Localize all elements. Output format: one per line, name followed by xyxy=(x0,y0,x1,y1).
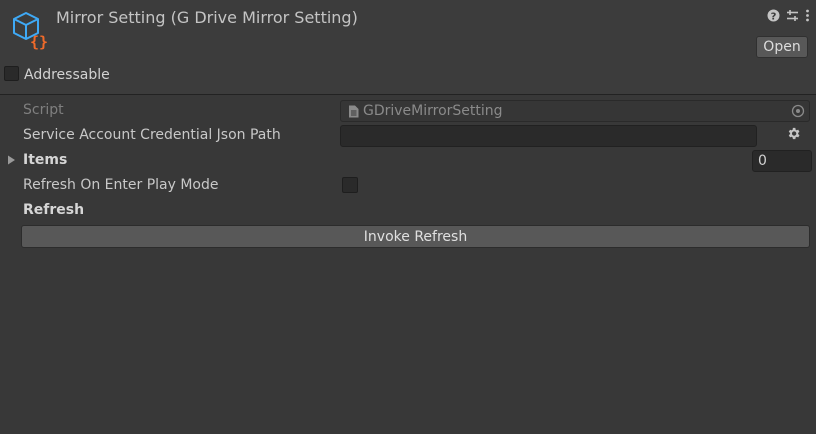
refresh-header: Refresh xyxy=(23,202,85,218)
help-icon[interactable]: ? xyxy=(767,9,780,22)
script-value: GDriveMirrorSetting xyxy=(363,103,503,119)
scriptable-object-icon: {} xyxy=(13,12,48,50)
inspector-title: Mirror Setting (G Drive Mirror Setting) xyxy=(56,8,358,27)
items-count-input[interactable]: 0 xyxy=(752,150,812,172)
script-file-icon xyxy=(349,105,359,118)
addressable-checkbox[interactable] xyxy=(4,66,19,81)
invoke-refresh-button[interactable]: Invoke Refresh xyxy=(21,225,810,248)
items-label[interactable]: Items xyxy=(23,152,67,168)
object-picker-icon[interactable] xyxy=(791,104,805,118)
script-field: GDriveMirrorSetting xyxy=(340,100,810,122)
addressable-label: Addressable xyxy=(24,67,110,83)
open-button[interactable]: Open xyxy=(756,36,808,58)
credential-json-path-input[interactable] xyxy=(340,125,757,147)
header-divider xyxy=(0,94,816,95)
refresh-on-play-label: Refresh On Enter Play Mode xyxy=(23,177,219,193)
refresh-on-play-checkbox[interactable] xyxy=(342,177,358,193)
preset-icon[interactable] xyxy=(786,9,799,22)
credential-label: Service Account Credential Json Path xyxy=(23,127,281,143)
kebab-menu-icon[interactable] xyxy=(805,9,810,22)
inspector-header: {} Mirror Setting (G Drive Mirror Settin… xyxy=(0,0,816,95)
gear-icon[interactable] xyxy=(786,126,801,141)
foldout-arrow-icon[interactable] xyxy=(7,155,16,165)
svg-text:{}: {} xyxy=(30,33,48,50)
svg-text:?: ? xyxy=(771,12,777,23)
script-label: Script xyxy=(23,102,64,118)
